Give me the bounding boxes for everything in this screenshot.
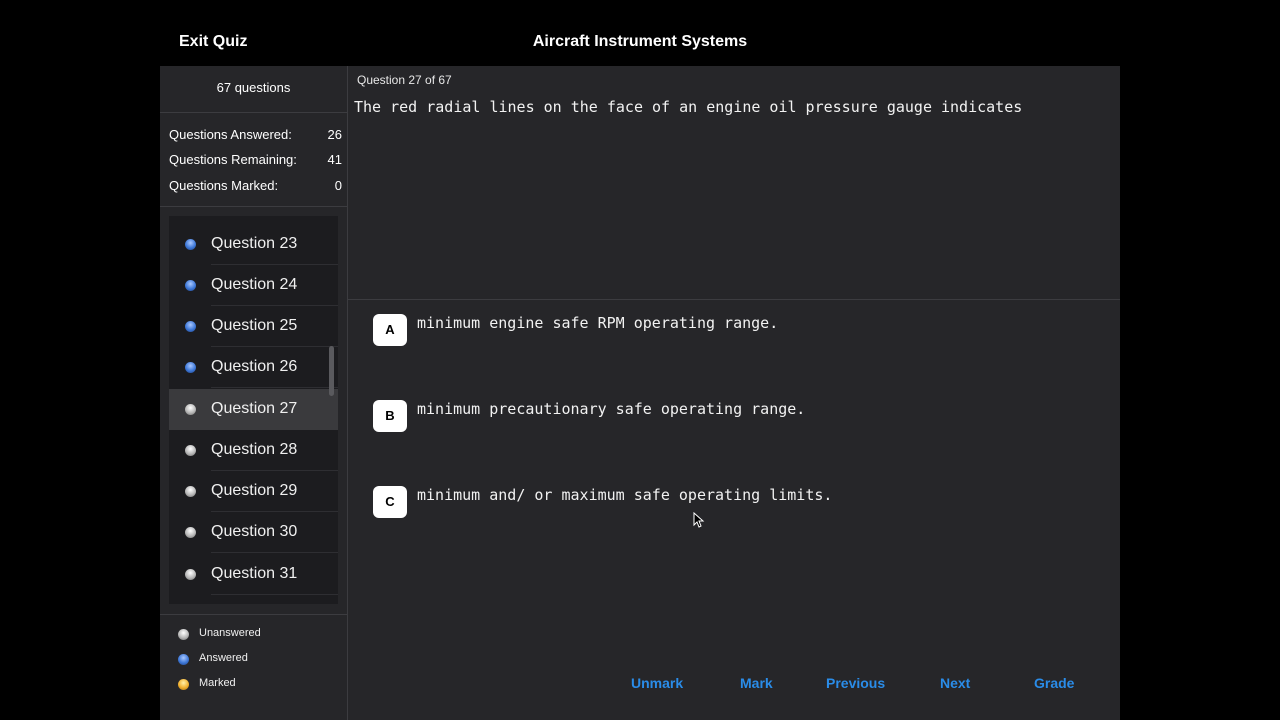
unanswered-status-icon — [185, 569, 196, 580]
question-list-item[interactable]: Question 29 — [169, 471, 338, 512]
quiz-title: Aircraft Instrument Systems — [532, 33, 748, 50]
legend-label: Marked — [199, 677, 236, 689]
legend-label: Answered — [199, 652, 248, 664]
stat-remaining: Questions Remaining: 41 — [169, 152, 342, 167]
stat-value: 26 — [327, 127, 342, 142]
unanswered-status-icon — [185, 486, 196, 497]
question-label: Question 25 — [211, 317, 298, 334]
question-list[interactable]: Question 23 Question 24 Question 25 Ques… — [169, 216, 338, 604]
question-count: 67 questions — [216, 80, 291, 95]
answer-option-a[interactable]: A minimum engine safe RPM operating rang… — [373, 314, 1073, 348]
question-list-item[interactable]: Question 24 — [169, 265, 338, 306]
option-letter-badge[interactable]: C — [373, 486, 407, 518]
stat-marked: Questions Marked: 0 — [169, 178, 342, 193]
question-list-scrollbar[interactable] — [329, 346, 334, 396]
grade-button[interactable]: Grade — [1034, 675, 1074, 691]
stat-label: Questions Remaining: — [169, 152, 297, 167]
answered-status-icon — [185, 280, 196, 291]
unanswered-status-icon — [185, 445, 196, 456]
option-text[interactable]: minimum and/ or maximum safe operating l… — [417, 486, 832, 504]
question-list-item[interactable]: Question 28 — [169, 430, 338, 471]
unanswered-status-icon — [185, 527, 196, 538]
answer-option-c[interactable]: C minimum and/ or maximum safe operating… — [373, 486, 1073, 520]
top-bar: Exit Quiz Aircraft Instrument Systems — [0, 0, 1280, 66]
divider — [211, 594, 338, 595]
question-list-item[interactable]: Question 30 — [169, 512, 338, 553]
question-number: Question 27 of 67 — [357, 73, 452, 87]
option-letter-badge[interactable]: A — [373, 314, 407, 346]
divider — [348, 299, 1120, 300]
mark-button[interactable]: Mark — [740, 675, 773, 691]
previous-button[interactable]: Previous — [826, 675, 885, 691]
answer-option-b[interactable]: B minimum precautionary safe operating r… — [373, 400, 1073, 434]
divider — [160, 112, 347, 113]
marked-legend-icon — [178, 679, 189, 690]
question-panel: Question 27 of 67 The red radial lines o… — [348, 66, 1120, 720]
question-list-item-current[interactable]: Question 27 — [169, 389, 338, 430]
divider — [211, 552, 338, 553]
legend-label: Unanswered — [199, 627, 261, 639]
stat-value: 41 — [327, 152, 342, 167]
stat-answered: Questions Answered: 26 — [169, 127, 342, 142]
unanswered-legend-icon — [178, 629, 189, 640]
answered-status-icon — [185, 321, 196, 332]
option-text[interactable]: minimum precautionary safe operating ran… — [417, 400, 805, 418]
answered-status-icon — [185, 239, 196, 250]
question-label: Question 27 — [211, 400, 298, 417]
question-label: Question 23 — [211, 235, 298, 252]
question-list-item[interactable]: Question 23 — [169, 224, 338, 265]
question-label: Question 24 — [211, 276, 298, 293]
question-label: Question 28 — [211, 441, 298, 458]
question-label: Question 31 — [211, 565, 298, 582]
question-list-item[interactable]: Question 31 — [169, 554, 338, 595]
option-letter-badge[interactable]: B — [373, 400, 407, 432]
option-text[interactable]: minimum engine safe RPM operating range. — [417, 314, 778, 332]
question-label: Question 26 — [211, 358, 298, 375]
answered-status-icon — [185, 362, 196, 373]
divider — [160, 614, 347, 615]
sidebar: 67 questions Questions Answered: 26 Ques… — [160, 66, 347, 720]
next-button[interactable]: Next — [940, 675, 970, 691]
divider — [211, 387, 338, 388]
stat-label: Questions Marked: — [169, 178, 279, 193]
unanswered-status-icon — [185, 404, 196, 415]
question-list-item[interactable]: Question 26 — [169, 347, 338, 388]
answered-legend-icon — [178, 654, 189, 665]
question-label: Question 30 — [211, 523, 298, 540]
question-list-item[interactable]: Question 25 — [169, 306, 338, 347]
stat-value: 0 — [334, 178, 342, 193]
question-text: The red radial lines on the face of an e… — [354, 98, 1023, 116]
divider — [160, 206, 347, 207]
question-label: Question 29 — [211, 482, 298, 499]
stat-label: Questions Answered: — [169, 127, 292, 142]
unmark-button[interactable]: Unmark — [631, 675, 683, 691]
